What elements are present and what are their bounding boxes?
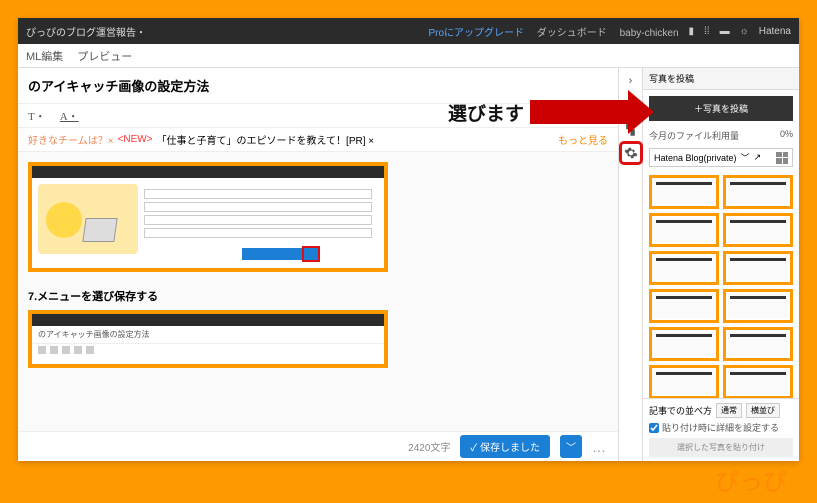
promo-new: <NEW>	[118, 134, 153, 145]
source-label: Hatena Blog(private)	[654, 153, 737, 163]
photo-thumb[interactable]	[723, 175, 793, 209]
paste-button[interactable]: 選択した写真を貼り付け	[649, 438, 793, 457]
app-topbar: ぴっぴのブログ運営報告・ Proにアップグレード ダッシュボード baby-ch…	[18, 18, 799, 44]
detail-checkbox-row[interactable]: 貼り付け時に詳細を設定する	[649, 421, 793, 434]
overlay-arrow: 選びます	[448, 90, 654, 134]
font-color-tool[interactable]: A・	[60, 108, 79, 124]
char-count: 2420文字	[408, 439, 450, 454]
photo-grid	[643, 171, 799, 398]
promo-more[interactable]: もっと見る	[558, 132, 608, 147]
comment-icon[interactable]: ▬	[720, 26, 730, 37]
detail-checkbox[interactable]	[649, 423, 659, 433]
editor-tabs: ML編集 プレビュー	[18, 44, 799, 68]
tab-html[interactable]: ML編集	[26, 48, 63, 64]
chevron-right-icon[interactable]: ›	[622, 72, 640, 90]
usage-label: 今月のファイル利用量	[649, 129, 739, 142]
photo-sidebar: 写真を投稿 ＋写真を投稿 今月のファイル利用量 0% Hatena Blog(p…	[643, 68, 799, 461]
arrow-right-icon	[628, 90, 654, 134]
section-7-heading: 7.メニューを選び保存する	[28, 288, 608, 304]
photo-thumb[interactable]	[649, 213, 719, 247]
order-horizontal-button[interactable]: 横並び	[746, 403, 780, 418]
upgrade-link[interactable]: Proにアップグレード	[428, 28, 524, 39]
signature: ぴっぴ	[715, 462, 787, 497]
source-select[interactable]: Hatena Blog(private) ﹀ ↗	[649, 148, 793, 167]
dashboard-link[interactable]: ダッシュボード	[537, 28, 607, 39]
photo-thumb[interactable]	[723, 327, 793, 361]
photo-thumb[interactable]	[723, 289, 793, 323]
promo-question[interactable]: 好きなチームは？×	[28, 132, 114, 147]
photo-thumb[interactable]	[649, 365, 719, 398]
tab-preview[interactable]: プレビュー	[77, 48, 132, 64]
photo-thumb[interactable]	[649, 251, 719, 285]
photo-thumb[interactable]	[723, 213, 793, 247]
promo-text[interactable]: 「仕事と子育て」のエピソードを教えて！[PR] ×	[157, 132, 375, 147]
more-menu[interactable]: …	[592, 439, 608, 455]
brand-label[interactable]: Hatena	[759, 26, 791, 37]
save-dropdown[interactable]: ﹀	[560, 435, 582, 458]
font-size-tool[interactable]: T・	[28, 108, 46, 124]
photo-thumb[interactable]	[649, 327, 719, 361]
overlay-text: 選びます	[448, 99, 524, 126]
photo-thumb[interactable]	[723, 251, 793, 285]
detail-checkbox-label: 貼り付け時に詳細を設定する	[662, 421, 779, 434]
editor-body[interactable]: ②押します 7.メニューを選び保存する のアイキャッチ画像の設定方法	[18, 152, 618, 431]
order-label: 記事での並べ方	[649, 404, 712, 417]
blue-button	[242, 248, 302, 260]
gear-icon[interactable]	[622, 144, 640, 162]
screenshot-1	[28, 162, 388, 272]
grid-icon[interactable]: ⁞⁞	[704, 26, 710, 37]
screenshot-2: のアイキャッチ画像の設定方法	[28, 310, 388, 368]
photo-thumb[interactable]	[723, 365, 793, 398]
mascot-icon	[38, 184, 138, 254]
blog-title[interactable]: ぴっぴのブログ運営報告・	[26, 24, 428, 39]
chevron-down-icon: ﹀	[741, 151, 750, 164]
save-button[interactable]: ✓ 保存しました	[460, 435, 550, 458]
editor-footer: 2420文字 ✓ 保存しました ﹀ …	[18, 431, 618, 461]
blue-button-highlight	[304, 248, 318, 260]
upload-photo-button[interactable]: ＋写真を投稿	[649, 96, 793, 121]
bookmark-icon[interactable]: ▮	[689, 26, 695, 37]
photo-thumb[interactable]	[649, 175, 719, 209]
grid-view-icon[interactable]	[776, 152, 788, 164]
sun-icon[interactable]: ☼	[740, 26, 749, 37]
order-normal-button[interactable]: 通常	[716, 403, 742, 418]
external-link-icon[interactable]: ↗	[754, 152, 762, 163]
sidebar-heading: 写真を投稿	[643, 68, 799, 90]
usage-value: 0%	[780, 129, 793, 142]
photo-thumb[interactable]	[649, 289, 719, 323]
user-name[interactable]: baby-chicken	[620, 28, 679, 39]
